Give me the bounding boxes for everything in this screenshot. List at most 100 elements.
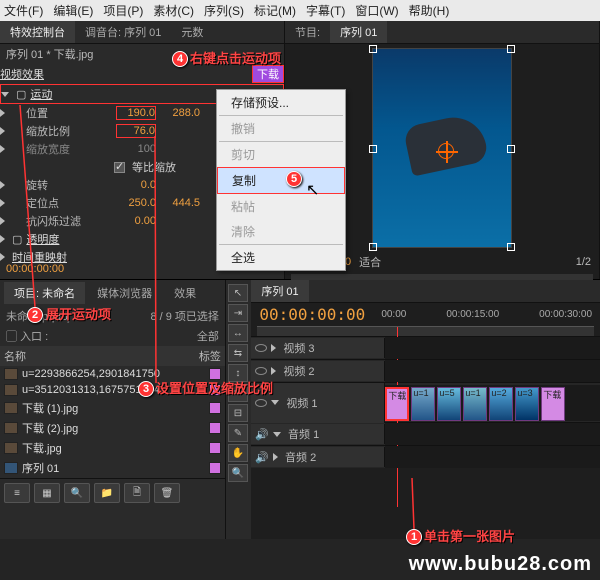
- handle-l[interactable]: [369, 145, 377, 153]
- ctx-save-preset[interactable]: 存储预设...: [217, 90, 345, 115]
- opacity-effect[interactable]: 透明度: [26, 231, 59, 247]
- list-item[interactable]: 下载 (1).jpg: [22, 400, 205, 416]
- anchor-x[interactable]: 250.0: [116, 197, 156, 209]
- zoom-tool[interactable]: 🔍: [228, 464, 248, 482]
- menu-title[interactable]: 字幕(T): [306, 2, 345, 19]
- filter-all[interactable]: 全部: [197, 328, 219, 344]
- label-swatch[interactable]: [209, 422, 221, 434]
- search-button[interactable]: 🔍: [64, 483, 90, 503]
- clip-3[interactable]: u=5: [437, 387, 461, 421]
- tab-media-browser[interactable]: 媒体浏览器: [87, 282, 162, 304]
- program-seq-tab[interactable]: 序列 01: [330, 21, 387, 43]
- eye-icon[interactable]: [255, 399, 267, 407]
- tab-audiomixer[interactable]: 调音台: 序列 01: [75, 21, 171, 43]
- track-a1[interactable]: 音频 1: [288, 426, 319, 442]
- scale-toggle[interactable]: [0, 127, 5, 135]
- handle-r[interactable]: [507, 145, 515, 153]
- handle-bl[interactable]: [369, 243, 377, 251]
- menu-window[interactable]: 窗口(W): [355, 2, 398, 19]
- tab-metadata[interactable]: 元数: [171, 21, 213, 43]
- track-a2[interactable]: 音频 2: [285, 449, 316, 465]
- ctx-copy[interactable]: 复制: [217, 167, 345, 194]
- handle-br[interactable]: [507, 243, 515, 251]
- motion-toggle[interactable]: [1, 92, 9, 97]
- track-body-v3[interactable]: [385, 337, 600, 359]
- ctx-cut[interactable]: 剪切: [217, 142, 345, 167]
- new-bin-button[interactable]: 📁: [94, 483, 120, 503]
- tab-effects[interactable]: 效果: [164, 282, 206, 304]
- position-y[interactable]: 288.0: [160, 107, 200, 119]
- monitor-canvas[interactable]: [372, 48, 512, 248]
- flicker-value[interactable]: 0.00: [116, 215, 156, 227]
- ctx-undo[interactable]: 撤销: [217, 116, 345, 141]
- track-v2[interactable]: 视频 2: [283, 363, 314, 379]
- hand-tool[interactable]: ✋: [228, 444, 248, 462]
- list-item[interactable]: 序列 01: [22, 460, 205, 476]
- clip-6[interactable]: u=3: [515, 387, 539, 421]
- track-v1[interactable]: 视频 1: [286, 395, 317, 411]
- clip-2[interactable]: u=1: [411, 387, 435, 421]
- label-swatch[interactable]: [209, 442, 221, 454]
- position-x[interactable]: 190.0: [116, 106, 156, 120]
- track-body-v1[interactable]: 下载 u=1 u=5 u=1 u=2 u=3 下载: [385, 385, 600, 421]
- rotate-value[interactable]: 0.0: [116, 179, 156, 191]
- label-swatch[interactable]: [209, 462, 221, 474]
- handle-tl[interactable]: [369, 45, 377, 53]
- list-view-button[interactable]: ≡: [4, 483, 30, 503]
- zoom-fit[interactable]: 适合: [359, 254, 381, 270]
- col-label[interactable]: 标签: [199, 348, 221, 364]
- trash-button[interactable]: 🗑: [154, 483, 180, 503]
- uniform-scale-checkbox[interactable]: [114, 162, 125, 173]
- track-body-v2[interactable]: [385, 360, 600, 382]
- clip-5[interactable]: u=2: [489, 387, 513, 421]
- eye-icon[interactable]: [255, 367, 267, 375]
- tab-effects-control[interactable]: 特效控制台: [0, 21, 75, 43]
- flicker-toggle[interactable]: [0, 217, 5, 225]
- selection-tool[interactable]: ↖: [228, 284, 248, 302]
- motion-effect[interactable]: 运动: [30, 86, 52, 102]
- ctx-select-all[interactable]: 全选: [217, 245, 345, 270]
- menu-project[interactable]: 项目(P): [103, 2, 143, 19]
- res-half[interactable]: 1/2: [576, 256, 591, 268]
- menu-marker[interactable]: 标记(M): [254, 2, 296, 19]
- icon-view-button[interactable]: ▦: [34, 483, 60, 503]
- label-swatch[interactable]: [209, 402, 221, 414]
- pen-tool[interactable]: ✎: [228, 424, 248, 442]
- position-toggle[interactable]: [0, 109, 5, 117]
- ctx-paste[interactable]: 粘帖: [217, 194, 345, 219]
- col-name[interactable]: 名称: [4, 348, 199, 364]
- clip-4[interactable]: u=1: [463, 387, 487, 421]
- eye-icon[interactable]: [255, 344, 267, 352]
- anchor-indicator[interactable]: [438, 143, 454, 159]
- rolling-tool[interactable]: ⇆: [228, 344, 248, 362]
- anchor-toggle[interactable]: [0, 199, 5, 207]
- menu-file[interactable]: 文件(F): [4, 2, 43, 19]
- scale-value[interactable]: 76.0: [116, 124, 156, 138]
- track-body-a2[interactable]: [385, 446, 600, 468]
- scalew-toggle[interactable]: [0, 145, 5, 153]
- clip-7[interactable]: 下载: [541, 387, 565, 421]
- new-item-button[interactable]: 🗎: [124, 483, 150, 503]
- anchor-y[interactable]: 444.5: [160, 197, 200, 209]
- ripple-tool[interactable]: ↔: [228, 324, 248, 342]
- list-item[interactable]: 下载 (2).jpg: [22, 420, 205, 436]
- tab-project[interactable]: 项目: 未命名: [4, 282, 85, 304]
- slip-tool[interactable]: ⊟: [228, 404, 248, 422]
- timeline-timecode[interactable]: 00:00:00:00: [251, 303, 373, 326]
- timeline-ruler[interactable]: [257, 326, 594, 336]
- menu-sequence[interactable]: 序列(S): [204, 2, 244, 19]
- timeline-seq-tab[interactable]: 序列 01: [251, 280, 308, 302]
- menu-help[interactable]: 帮助(H): [409, 2, 450, 19]
- ctx-clear[interactable]: 清除: [217, 219, 345, 244]
- clip-1[interactable]: 下载: [385, 387, 409, 421]
- menu-edit[interactable]: 编辑(E): [53, 2, 93, 19]
- menu-clip[interactable]: 素材(C): [153, 2, 194, 19]
- track-select-tool[interactable]: ⇥: [228, 304, 248, 322]
- list-item[interactable]: 下载.jpg: [22, 440, 205, 456]
- handle-tr[interactable]: [507, 45, 515, 53]
- remap-toggle[interactable]: [0, 253, 5, 261]
- track-v3[interactable]: 视频 3: [283, 340, 314, 356]
- rotate-toggle[interactable]: [0, 181, 5, 189]
- opacity-toggle[interactable]: [0, 235, 5, 243]
- track-body-a1[interactable]: [385, 423, 600, 445]
